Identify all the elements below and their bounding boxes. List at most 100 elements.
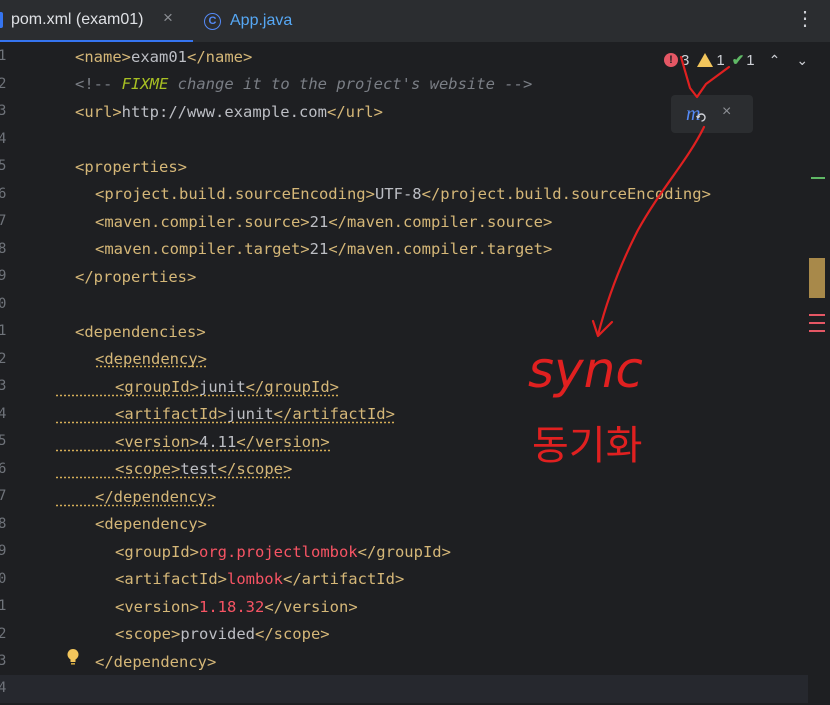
line-number-text: 4 xyxy=(0,131,7,147)
code-editor[interactable]: <name>exam01</name> <!-- FIXME change it… xyxy=(0,43,808,705)
maven-sync-popup: m × xyxy=(671,95,753,133)
line-number-text: 7 xyxy=(0,213,7,229)
xml-value: UTF-8 xyxy=(374,185,422,203)
xml-value: junit xyxy=(199,378,246,396)
error-icon: ! xyxy=(664,53,678,67)
xml-value-error: lombok xyxy=(226,570,283,588)
line-number: 4 xyxy=(0,404,8,424)
code-line: <properties> xyxy=(75,157,187,177)
xml-tag: </artifactId> xyxy=(273,405,395,423)
line-number-text: 3 xyxy=(0,653,7,669)
code-line: <!-- FIXME change it to the project's we… xyxy=(75,74,532,94)
line-number: 8 xyxy=(0,514,8,534)
scrollbar-thumb[interactable] xyxy=(809,258,825,298)
line-number-text: 2 xyxy=(0,351,7,367)
inspection-widget[interactable]: ! 3 1 ✔ 1 ⌃ ⌄ xyxy=(664,50,808,70)
xml-tag: </groupId> xyxy=(357,543,451,561)
comment-text: change it to the project's website --> xyxy=(168,75,533,93)
line-number-text: 1 xyxy=(0,598,7,614)
line-number-text: 3 xyxy=(0,103,7,119)
line-number-text: 4 xyxy=(0,680,7,696)
code-line-warning: </dependency> xyxy=(55,487,217,507)
code-line: </dependency> xyxy=(95,652,216,672)
comment-start: <!-- xyxy=(75,75,122,93)
previous-highlight-icon[interactable]: ⌃ xyxy=(769,52,781,69)
line-number-text: 9 xyxy=(0,268,7,284)
xml-tag: <properties> xyxy=(75,158,187,176)
line-number: 0 xyxy=(0,569,8,589)
line-number: 1 xyxy=(0,46,8,66)
xml-value: exam01 xyxy=(131,48,187,66)
xml-tag: </properties> xyxy=(75,268,197,286)
line-number: 2 xyxy=(0,74,8,94)
line-number: 2 xyxy=(0,624,8,644)
warning-count: 1 xyxy=(716,51,725,69)
xml-tag: <dependencies> xyxy=(75,323,206,341)
xml-tag: <version> xyxy=(115,598,199,616)
code-line: <maven.compiler.target>21</maven.compile… xyxy=(95,239,552,259)
line-number-text: 0 xyxy=(0,571,7,587)
code-line: <groupId>org.projectlombok</groupId> xyxy=(115,542,451,562)
xml-tag: <scope> xyxy=(115,460,181,478)
code-line: <name>exam01</name> xyxy=(75,47,252,67)
xml-tag: <maven.compiler.target> xyxy=(95,240,310,258)
xml-tag: <artifactId> xyxy=(115,570,227,588)
line-number: 7 xyxy=(0,211,8,231)
line-number-text: 5 xyxy=(0,433,7,449)
code-line: <scope>provided</scope> xyxy=(115,624,330,644)
active-tab-marker xyxy=(0,12,3,28)
next-highlight-icon[interactable]: ⌄ xyxy=(796,52,808,69)
code-line: <dependency> xyxy=(95,349,207,369)
line-number-text: 3 xyxy=(0,378,7,394)
line-number: 7 xyxy=(0,486,8,506)
xml-tag: <project.build.sourceEncoding> xyxy=(95,185,375,203)
tab-app-java[interactable]: C App.java xyxy=(204,0,292,42)
ok-count: 1 xyxy=(746,51,755,69)
xml-value-error: org.projectlombok xyxy=(199,543,358,561)
code-line: <dependency> xyxy=(95,514,207,534)
line-number-text: 4 xyxy=(0,406,7,422)
line-number-text: 6 xyxy=(0,461,7,477)
xml-value: http://www.example.com xyxy=(121,103,327,121)
line-number-text: 8 xyxy=(0,516,7,532)
close-popup-icon[interactable]: × xyxy=(722,103,731,121)
error-marker xyxy=(809,322,825,324)
line-number-text: 7 xyxy=(0,488,7,504)
intention-bulb-icon[interactable] xyxy=(66,648,80,666)
xml-tag: </dependency> xyxy=(95,488,217,506)
editor-scrollbar[interactable] xyxy=(808,43,825,705)
code-line: <url>http://www.example.com</url> xyxy=(75,102,383,122)
change-marker-green xyxy=(811,177,825,179)
xml-tag: <version> xyxy=(115,433,199,451)
xml-tag: </version> xyxy=(264,598,358,616)
line-number-text: 6 xyxy=(0,186,7,202)
xml-tag: </maven.compiler.target> xyxy=(328,240,553,258)
tab-label: App.java xyxy=(230,12,293,29)
xml-tag: <url> xyxy=(75,103,122,121)
line-number: 5 xyxy=(0,156,8,176)
line-number: 3 xyxy=(0,376,8,396)
xml-tag: <scope> xyxy=(115,625,181,643)
line-number: 2 xyxy=(0,349,8,369)
tab-pom-xml[interactable]: pom.xml (exam01) × xyxy=(0,0,193,42)
close-tab-icon[interactable]: × xyxy=(163,8,173,28)
line-number-text: 1 xyxy=(0,323,7,339)
code-line: <dependencies> xyxy=(75,322,206,342)
line-number: 3 xyxy=(0,651,8,671)
xml-tag: </scope> xyxy=(217,460,293,478)
code-line: <maven.compiler.source>21</maven.compile… xyxy=(95,212,552,232)
xml-tag: <dependency> xyxy=(95,515,207,533)
refresh-icon xyxy=(696,113,706,122)
line-number: 6 xyxy=(0,459,8,479)
java-class-icon: C xyxy=(204,12,221,30)
error-count: 3 xyxy=(681,51,690,69)
code-line-warning: <scope>test</scope> xyxy=(55,459,293,479)
code-line: </properties> xyxy=(75,267,196,287)
xml-tag: </version> xyxy=(236,433,330,451)
xml-value: junit xyxy=(226,405,274,423)
line-number-text: 0 xyxy=(0,296,7,312)
code-line-warning: <version>4.11</version> xyxy=(55,432,330,452)
xml-tag: </groupId> xyxy=(245,378,339,396)
more-options-icon[interactable]: ⋮ xyxy=(795,6,815,30)
error-marker xyxy=(809,314,825,316)
